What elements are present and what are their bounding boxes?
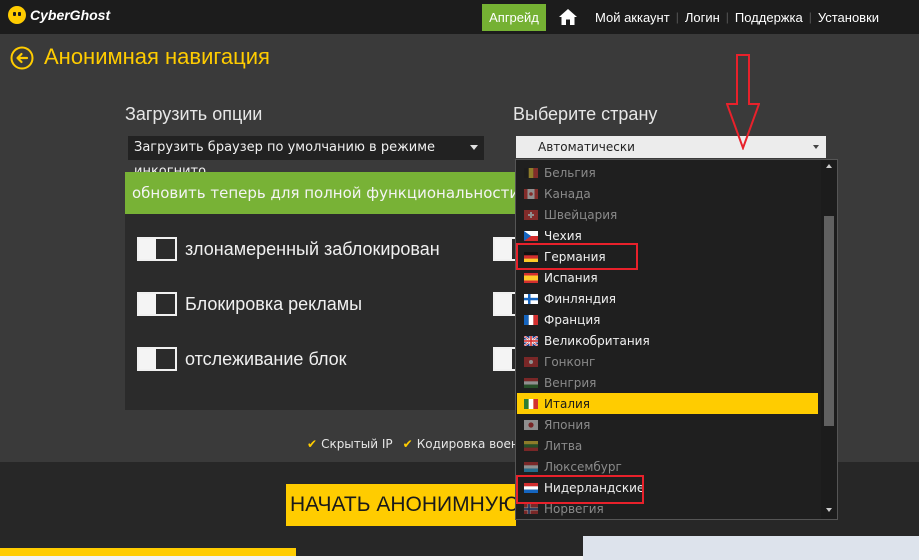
flag-gb-icon bbox=[524, 335, 538, 346]
country-option-label: Люксембург bbox=[544, 459, 622, 474]
country-option-gb[interactable]: Великобритания bbox=[517, 330, 818, 351]
upgrade-banner[interactable]: обновить теперь для полной функционально… bbox=[125, 172, 525, 214]
feature-toggle[interactable] bbox=[137, 237, 177, 261]
country-option-label: Бельгия bbox=[544, 165, 596, 180]
country-option-label: Франция bbox=[544, 312, 601, 327]
feature-toggle[interactable] bbox=[137, 347, 177, 371]
back-arrow-icon[interactable] bbox=[10, 46, 34, 70]
window-edge bbox=[583, 536, 919, 560]
flag-be-icon bbox=[524, 167, 538, 178]
scroll-up-icon[interactable] bbox=[826, 164, 832, 168]
flag-fi-icon bbox=[524, 293, 538, 304]
country-option-it[interactable]: Италия bbox=[517, 393, 818, 414]
country-option-lt[interactable]: Литва bbox=[517, 435, 818, 456]
home-icon[interactable] bbox=[558, 8, 578, 26]
load-options-label: Загрузить опции bbox=[125, 104, 263, 124]
flag-lt-icon bbox=[524, 440, 538, 451]
progress-strip bbox=[0, 548, 296, 556]
country-option-label: Гонконг bbox=[544, 354, 596, 369]
country-option-label: Швейцария bbox=[544, 207, 618, 222]
check-hidden-ip: Скрытый IP bbox=[321, 437, 393, 451]
top-nav: Мой аккаунт | Логин | Поддержка | Устано… bbox=[589, 0, 885, 34]
flag-es-icon bbox=[524, 272, 538, 283]
country-option-hk[interactable]: Гонконг bbox=[517, 351, 818, 372]
flag-ca-icon bbox=[524, 188, 538, 199]
country-select[interactable]: Автоматически bbox=[516, 136, 826, 158]
page-title: Анонимная навигация bbox=[44, 44, 270, 69]
country-option-label: Япония bbox=[544, 417, 591, 432]
country-option-label: Канада bbox=[544, 186, 591, 201]
flag-ch-icon bbox=[524, 209, 538, 220]
country-option-label: Великобритания bbox=[544, 333, 650, 348]
country-option-label: Литва bbox=[544, 438, 583, 453]
ghost-logo-icon bbox=[8, 6, 26, 24]
flag-no-icon bbox=[524, 503, 538, 514]
feature-checks: ✔ Скрытый IP ✔ Кодировка военно bbox=[307, 437, 534, 451]
flag-hu-icon bbox=[524, 377, 538, 388]
check-icon: ✔ bbox=[402, 437, 413, 451]
flag-it-icon bbox=[524, 398, 538, 409]
feature-tracking-block: отслеживание блок bbox=[137, 347, 347, 371]
country-label: Выберите страну bbox=[513, 104, 658, 124]
country-option-label: Италия bbox=[544, 396, 591, 411]
flag-fr-icon bbox=[524, 314, 538, 325]
country-select-value: Автоматически bbox=[538, 140, 635, 154]
annotation-arrow-icon bbox=[726, 54, 760, 150]
feature-ad-block: Блокировка рекламы bbox=[137, 292, 362, 316]
chevron-down-icon bbox=[813, 145, 819, 149]
country-option-fi[interactable]: Финляндия bbox=[517, 288, 818, 309]
country-option-be[interactable]: Бельгия bbox=[517, 162, 818, 183]
highlight-box-germany bbox=[516, 243, 638, 270]
country-option-label: Испания bbox=[544, 270, 598, 285]
flag-cz-icon bbox=[524, 230, 538, 241]
country-option-jp[interactable]: Япония bbox=[517, 414, 818, 435]
feature-label: отслеживание блок bbox=[185, 348, 347, 369]
nav-support[interactable]: Поддержка bbox=[729, 10, 809, 25]
feature-malware-block: злонамеренный заблокирован bbox=[137, 237, 440, 261]
scroll-thumb[interactable] bbox=[824, 216, 834, 426]
country-option-hu[interactable]: Венгрия bbox=[517, 372, 818, 393]
flag-lu-icon bbox=[524, 461, 538, 472]
feature-label: злонамеренный заблокирован bbox=[185, 238, 440, 259]
feature-label: Блокировка рекламы bbox=[185, 293, 363, 314]
features-panel: обновить теперь для полной функционально… bbox=[125, 172, 525, 410]
top-bar: CyberGhost Апгрейд Мой аккаунт | Логин |… bbox=[0, 0, 919, 34]
highlight-box-netherlands bbox=[516, 475, 644, 504]
country-option-ch[interactable]: Швейцария bbox=[517, 204, 818, 225]
country-option-label: Финляндия bbox=[544, 291, 617, 306]
browser-mode-select[interactable]: Загрузить браузер по умолчанию в режиме … bbox=[128, 136, 484, 179]
country-option-es[interactable]: Испания bbox=[517, 267, 818, 288]
country-dropdown[interactable]: Норвегия Нидерландские Люксембург Литва Япон… bbox=[515, 159, 838, 520]
window-edge-bottom bbox=[0, 556, 583, 560]
country-option-ca[interactable]: Канада bbox=[517, 183, 818, 204]
nav-login[interactable]: Логин bbox=[679, 10, 726, 25]
country-option-label: Чехия bbox=[544, 228, 582, 243]
scroll-down-icon[interactable] bbox=[826, 508, 832, 512]
brand-logo[interactable]: CyberGhost bbox=[8, 6, 110, 24]
flag-jp-icon bbox=[524, 419, 538, 430]
nav-my-account[interactable]: Мой аккаунт bbox=[589, 10, 676, 25]
start-navigation-button[interactable]: НАЧАТЬ АНОНИМНУЮ НАВИГАЦИЮ bbox=[286, 484, 516, 526]
country-option-lu[interactable]: Люксембург bbox=[517, 456, 818, 477]
feature-toggle[interactable] bbox=[137, 292, 177, 316]
flag-hk-icon bbox=[524, 356, 538, 367]
brand-name: CyberGhost bbox=[30, 7, 111, 23]
dropdown-scrollbar[interactable] bbox=[821, 160, 837, 519]
country-option-label: Венгрия bbox=[544, 375, 597, 390]
chevron-down-icon bbox=[470, 145, 478, 150]
country-option-fr[interactable]: Франция bbox=[517, 309, 818, 330]
check-icon: ✔ bbox=[307, 437, 318, 451]
nav-settings[interactable]: Установки bbox=[812, 10, 885, 25]
upgrade-button[interactable]: Апгрейд bbox=[482, 4, 546, 31]
